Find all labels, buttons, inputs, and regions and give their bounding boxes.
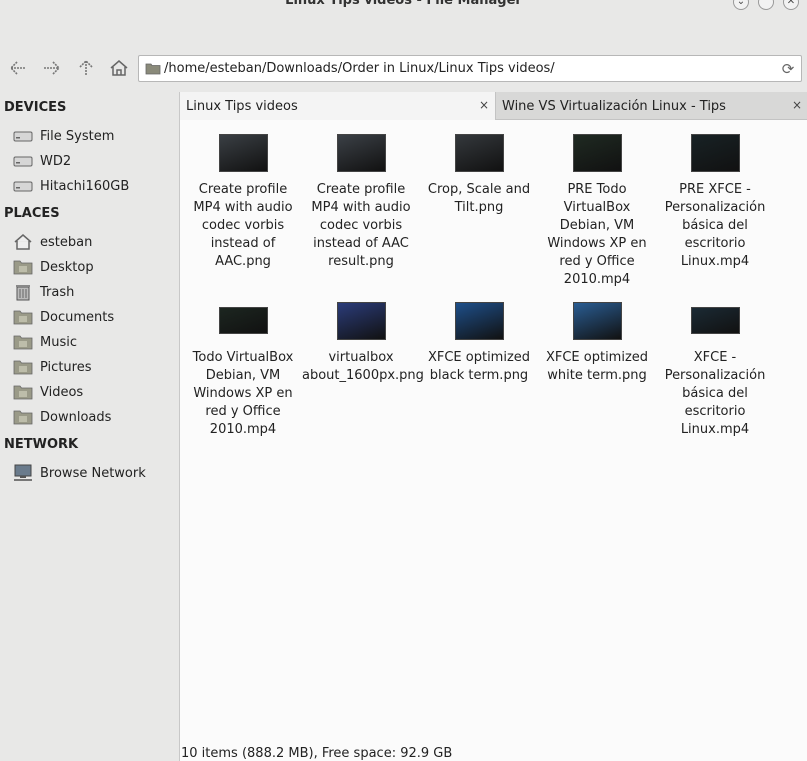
file-item[interactable]: Crop, Scale and Tilt.png [420,134,538,217]
tab-close-icon[interactable]: × [792,98,802,112]
file-thumbnail [690,307,740,334]
file-thumbnail [572,134,622,172]
sidebar: DEVICES File System WD2 Hitachi160GB PLACES e… [0,92,179,761]
tab-bar: Linux Tips videos × Wine VS Virtualizaci… [180,92,807,120]
folder-icon [12,258,34,276]
forward-icon [44,61,61,75]
network-icon [12,464,34,482]
file-item[interactable]: XFCE optimized black term.png [420,302,538,385]
sidebar-item-label: Browse Network [40,465,146,481]
file-thumbnail [690,134,740,172]
file-name: Todo VirtualBox Debian, VM Windows XP en… [192,350,294,437]
file-thumbnail [454,134,504,172]
file-thumbnail [454,302,504,340]
sidebar-item-label: Downloads [40,409,112,425]
sidebar-item-videos[interactable]: Videos [12,381,177,403]
home-button[interactable] [106,56,132,80]
folder-icon [12,333,34,351]
status-bar: 10 items (888.2 MB), Free space: 92.9 GB [181,746,453,761]
file-name: XFCE optimized black term.png [427,350,531,383]
forward-button[interactable] [39,56,65,80]
drive-icon [12,152,34,170]
file-view: Linux Tips videos × Wine VS Virtualizaci… [179,92,807,761]
file-name: Crop, Scale and Tilt.png [427,182,531,215]
section-network: NETWORK [4,437,79,452]
sidebar-item-esteban[interactable]: esteban [12,231,177,253]
file-name: Create profile MP4 with audio codec vorb… [193,182,293,269]
sidebar-item-label: WD2 [40,153,72,169]
back-button[interactable] [5,56,31,80]
back-icon [9,61,26,75]
toolbar: /home/esteban/Downloads/Order in Linux/L… [0,46,807,90]
file-name: XFCE optimized white term.png [545,350,649,383]
location-bar[interactable]: /home/esteban/Downloads/Order in Linux/L… [138,55,802,82]
reload-icon[interactable]: ⟳ [779,60,797,78]
section-places: PLACES [4,206,60,221]
close-window-button[interactable]: ✕ [783,0,799,10]
file-item[interactable]: Create profile MP4 with audio codec vorb… [184,134,302,271]
file-item[interactable]: PRE Todo VirtualBox Debian, VM Windows X… [538,134,656,289]
sidebar-item-documents[interactable]: Documents [12,306,177,328]
tab-wine-vs-virtualizacion[interactable]: Wine VS Virtualización Linux - Tips × [496,92,807,120]
sidebar-item-label: Desktop [40,259,94,275]
trash-icon [12,283,34,301]
tab-close-icon[interactable]: × [479,98,489,112]
up-button[interactable] [73,56,99,80]
tab-linux-tips-videos[interactable]: Linux Tips videos × [180,92,496,120]
file-item[interactable]: PRE XFCE - Personalización básica del es… [656,134,774,271]
file-item[interactable]: XFCE optimized white term.png [538,302,656,385]
drive-icon [12,177,34,195]
tab-label: Linux Tips videos [186,98,298,114]
file-name: PRE Todo VirtualBox Debian, VM Windows X… [547,182,647,287]
sidebar-item-label: Music [40,334,77,350]
file-item[interactable]: XFCE - Personalización básica del escrit… [656,302,774,439]
file-thumbnail [218,307,268,334]
home-icon [110,60,128,76]
file-name: virtualbox about_1600px.png [302,350,424,383]
sidebar-item-label: Trash [40,284,75,300]
sidebar-item-wd2[interactable]: WD2 [12,150,177,172]
folder-icon [12,308,34,326]
sidebar-item-label: Documents [40,309,115,325]
sidebar-item-pictures[interactable]: Pictures [12,356,177,378]
sidebar-item-label: esteban [40,234,93,250]
file-thumbnail [336,134,386,172]
title-bar: Linux Tips videos - File Manager ⌄ ⌃ ✕ [0,0,807,12]
file-name: PRE XFCE - Personalización básica del es… [664,182,766,269]
sidebar-item-hitachi160gb[interactable]: Hitachi160GB [12,175,177,197]
sidebar-item-label: Videos [40,384,84,400]
up-icon [79,59,93,75]
sidebar-item-browse-network[interactable]: Browse Network [12,462,177,484]
folder-icon [12,408,34,426]
folder-icon [145,63,161,75]
maximize-button[interactable]: ⌃ [758,0,774,10]
sidebar-item-music[interactable]: Music [12,331,177,353]
folder-icon [12,358,34,376]
file-item[interactable]: Todo VirtualBox Debian, VM Windows XP en… [184,302,302,439]
window-title: Linux Tips videos - File Manager [285,0,522,8]
file-thumbnail [218,134,268,172]
file-item[interactable]: Create profile MP4 with audio codec vorb… [302,134,420,271]
file-name: XFCE - Personalización básica del escrit… [664,350,766,437]
minimize-button[interactable]: ⌄ [733,0,749,10]
sidebar-item-desktop[interactable]: Desktop [12,256,177,278]
sidebar-item-file-system[interactable]: File System [12,125,177,147]
sidebar-item-label: Hitachi160GB [40,178,130,194]
sidebar-item-trash[interactable]: Trash [12,281,177,303]
file-thumbnail [572,302,622,340]
file-item[interactable]: virtualbox about_1600px.png [302,302,424,385]
drive-icon [12,127,34,145]
home-icon [12,233,34,251]
sidebar-item-label: File System [40,128,115,144]
location-path[interactable]: /home/esteban/Downloads/Order in Linux/L… [164,61,555,76]
folder-icon [12,383,34,401]
sidebar-item-downloads[interactable]: Downloads [12,406,177,428]
file-name: Create profile MP4 with audio codec vorb… [311,182,411,269]
section-devices: DEVICES [4,100,67,115]
sidebar-item-label: Pictures [40,359,92,375]
file-thumbnail [336,302,386,340]
tab-label: Wine VS Virtualización Linux - Tips [502,98,726,114]
